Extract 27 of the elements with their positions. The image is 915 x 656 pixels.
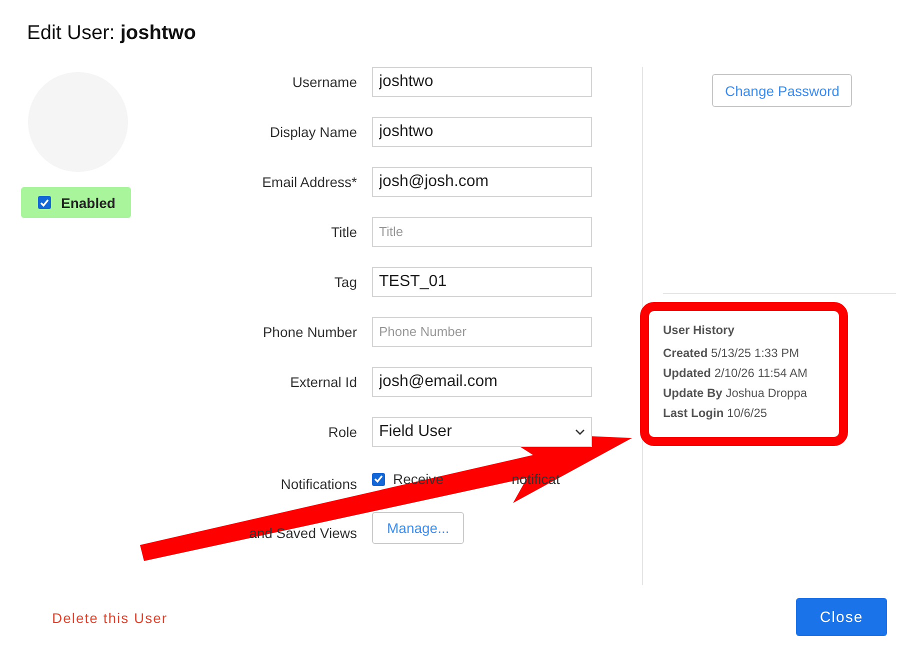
history-title: User History [663, 323, 736, 337]
field-label: Tag [334, 274, 357, 290]
field-label: Email Address* [262, 174, 357, 190]
enabled-label: Enabled [61, 194, 116, 210]
history-entry: Last Login 10/6/25 [663, 406, 768, 420]
field-label: Notifications [280, 476, 357, 492]
checkbox[interactable] [38, 196, 51, 209]
history-entry: Update By Joshua Droppa [663, 386, 808, 400]
field-label: Username [292, 74, 357, 90]
field-label: Display Name [270, 124, 357, 140]
field-label: Title [331, 224, 357, 240]
history-entry: Created 5/13/25 1:33 PM [663, 346, 800, 360]
checkbox[interactable] [372, 472, 385, 486]
delete-user-link[interactable]: Delete this User [52, 610, 168, 626]
text-field[interactable]: Title [372, 217, 592, 247]
chevron-down-icon [575, 429, 585, 435]
history-entry: Updated 2/10/26 11:54 AM [663, 366, 809, 380]
role-dropdown[interactable]: Field User [372, 417, 592, 447]
text-field[interactable]: TEST_01 [372, 267, 592, 297]
close-button[interactable]: Close [796, 598, 887, 636]
dialog-title: Edit User: joshtwo [27, 22, 196, 45]
field-label: Role [328, 424, 357, 440]
enabled-badge[interactable]: Enabled [21, 187, 131, 218]
field-label: External Id [290, 374, 357, 390]
text-field[interactable]: Phone Number [372, 317, 592, 347]
field-label: Phone Number [262, 324, 357, 340]
checkbox-label: notificat [512, 471, 560, 487]
